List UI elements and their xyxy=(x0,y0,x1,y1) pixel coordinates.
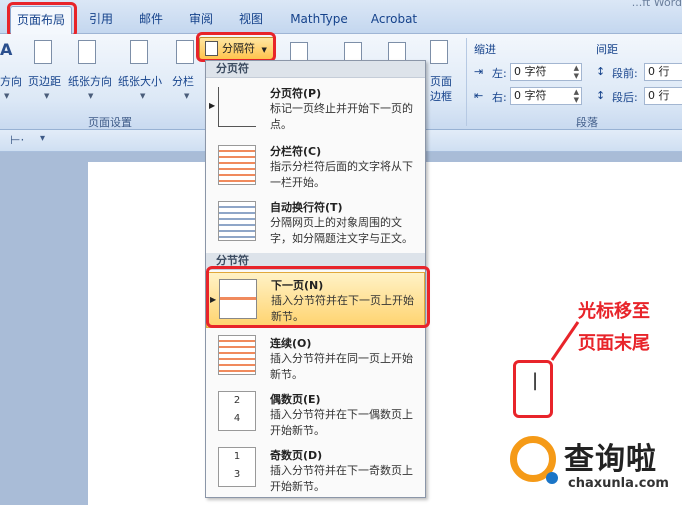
menu-item-odd-page[interactable]: 13 奇数页(D) 插入分节符并在下一奇数页上开始新节。 xyxy=(206,443,425,497)
text-cursor: | xyxy=(532,370,539,391)
group-separator xyxy=(466,38,467,126)
group-label-page-setup: 页面设置 xyxy=(88,116,132,129)
orientation-label[interactable]: 纸张方向 xyxy=(68,73,112,89)
page-border-icon[interactable] xyxy=(430,40,448,64)
pointer-icon: ▶ xyxy=(209,101,216,110)
menu-item-desc: 插入分节符并在下一偶数页上开始新节。 xyxy=(270,408,413,437)
page-border-label-1[interactable]: 页面 xyxy=(430,73,452,89)
columns-icon[interactable] xyxy=(176,40,194,64)
chevron-down-icon: ▼ xyxy=(140,92,146,100)
section-header-page-breaks: 分页符 xyxy=(206,61,425,78)
menu-item-text-wrapping-break[interactable]: 自动换行符(T) 分隔网页上的对象周围的文字，如分隔题注文字与正文。 xyxy=(206,195,425,251)
spacing-before-icon: ↕ xyxy=(596,65,606,78)
spacing-after-label: 段后: xyxy=(612,91,638,104)
menu-item-column-break[interactable]: 分栏符(C) 指示分栏符后面的文字将从下一栏开始。 xyxy=(206,139,425,195)
indent-left-icon: ⇥ xyxy=(474,65,484,78)
watermark-url: chaxunla.com xyxy=(568,476,669,491)
column-break-icon xyxy=(218,145,256,185)
page-border-label-2[interactable]: 边框 xyxy=(430,88,452,104)
menu-item-title: 分栏符(C) xyxy=(270,145,322,158)
tab-review[interactable]: 审阅 xyxy=(184,8,218,30)
indent-left-label: 左: xyxy=(492,67,507,80)
odd-page-icon: 13 xyxy=(218,447,256,487)
menu-item-desc: 插入分节符并在同一页上开始新节。 xyxy=(270,352,413,381)
menu-item-desc: 分隔网页上的对象周围的文字，如分隔题注文字与正文。 xyxy=(270,216,413,245)
watermark: 查询啦 chaxunla.com xyxy=(506,428,682,504)
size-icon[interactable] xyxy=(130,40,148,64)
tab-view[interactable]: 视图 xyxy=(234,8,268,30)
window-title: ...ft Word xyxy=(631,0,682,9)
text-wrap-icon xyxy=(218,201,256,241)
menu-item-continuous[interactable]: 连续(O) 插入分节符并在同一页上开始新节。 xyxy=(206,331,425,385)
annotation-line-2: 页面末尾 xyxy=(578,333,650,354)
annotation-arrow xyxy=(550,321,580,361)
watermark-text: 查询啦 xyxy=(564,442,657,477)
spacing-before-input[interactable]: 0 行 xyxy=(644,63,682,81)
margins-icon[interactable] xyxy=(34,40,52,64)
even-page-icon: 24 xyxy=(218,391,256,431)
menu-item-even-page[interactable]: 24 偶数页(E) 插入分节符并在下一偶数页上开始新节。 xyxy=(206,387,425,441)
menu-item-page-break[interactable]: ▶ 分页符(P) 标记一页终止并开始下一页的点。 xyxy=(206,81,425,137)
chevron-down-icon: ▼ xyxy=(44,92,50,100)
orientation-icon[interactable] xyxy=(78,40,96,64)
menu-item-title: 偶数页(E) xyxy=(270,393,321,406)
tab-acrobat[interactable]: Acrobat xyxy=(366,8,422,30)
annotation: 光标移至 页面末尾 xyxy=(578,296,650,360)
indent-right-label: 右: xyxy=(492,91,507,104)
continuous-icon xyxy=(218,335,256,375)
spacing-label: 间距 xyxy=(596,43,618,56)
tab-mathtype[interactable]: MathType xyxy=(286,8,352,30)
menu-item-desc: 标记一页终止并开始下一页的点。 xyxy=(270,102,413,131)
text-direction-icon[interactable]: A xyxy=(0,40,12,59)
watermark-dot xyxy=(546,472,558,484)
chevron-down-icon: ▼ xyxy=(4,92,10,100)
menu-item-title: 连续(O) xyxy=(270,337,312,350)
columns-label[interactable]: 分栏 xyxy=(172,73,194,89)
highlight-tab-box xyxy=(7,2,77,38)
tab-mailings[interactable]: 邮件 xyxy=(134,8,168,30)
highlight-breaks-box xyxy=(196,32,276,62)
text-direction-label[interactable]: 方向 xyxy=(0,73,22,89)
spacing-before-label: 段前: xyxy=(612,67,638,80)
indent-left-input[interactable]: 0 字符 ▲ ▼ xyxy=(510,63,582,81)
menu-item-title: 奇数页(D) xyxy=(270,449,323,462)
margins-label[interactable]: 页边距 xyxy=(28,73,61,89)
menu-item-title: 分页符(P) xyxy=(270,87,322,100)
indent-right-input[interactable]: 0 字符 ▲ ▼ xyxy=(510,87,582,105)
annotation-line-1: 光标移至 xyxy=(578,301,650,322)
group-label-paragraph: 段落 xyxy=(576,116,598,129)
indent-right-icon: ⇤ xyxy=(474,89,484,102)
chevron-down-icon: ▼ xyxy=(184,92,190,100)
size-label[interactable]: 纸张大小 xyxy=(118,73,162,89)
page-break-icon xyxy=(218,87,256,127)
spacing-after-input[interactable]: 0 行 xyxy=(644,87,682,105)
menu-item-desc: 指示分栏符后面的文字将从下一栏开始。 xyxy=(270,160,413,189)
menu-item-title: 自动换行符(T) xyxy=(270,201,343,214)
menu-item-desc: 插入分节符并在下一奇数页上开始新节。 xyxy=(270,464,413,493)
spacing-after-icon: ↕ xyxy=(596,89,606,102)
tab-references[interactable]: 引用 xyxy=(84,8,118,30)
indent-label: 缩进 xyxy=(474,43,496,56)
ribbon-tab-bar: 页面布局 引用 邮件 审阅 视图 MathType Acrobat ...ft … xyxy=(0,0,682,34)
chevron-down-icon: ▼ xyxy=(88,92,94,100)
tab-stop-icon[interactable]: ⊢· xyxy=(10,133,24,147)
customize-icon[interactable]: ▾ xyxy=(40,133,45,144)
highlight-next-page-box xyxy=(206,266,430,328)
